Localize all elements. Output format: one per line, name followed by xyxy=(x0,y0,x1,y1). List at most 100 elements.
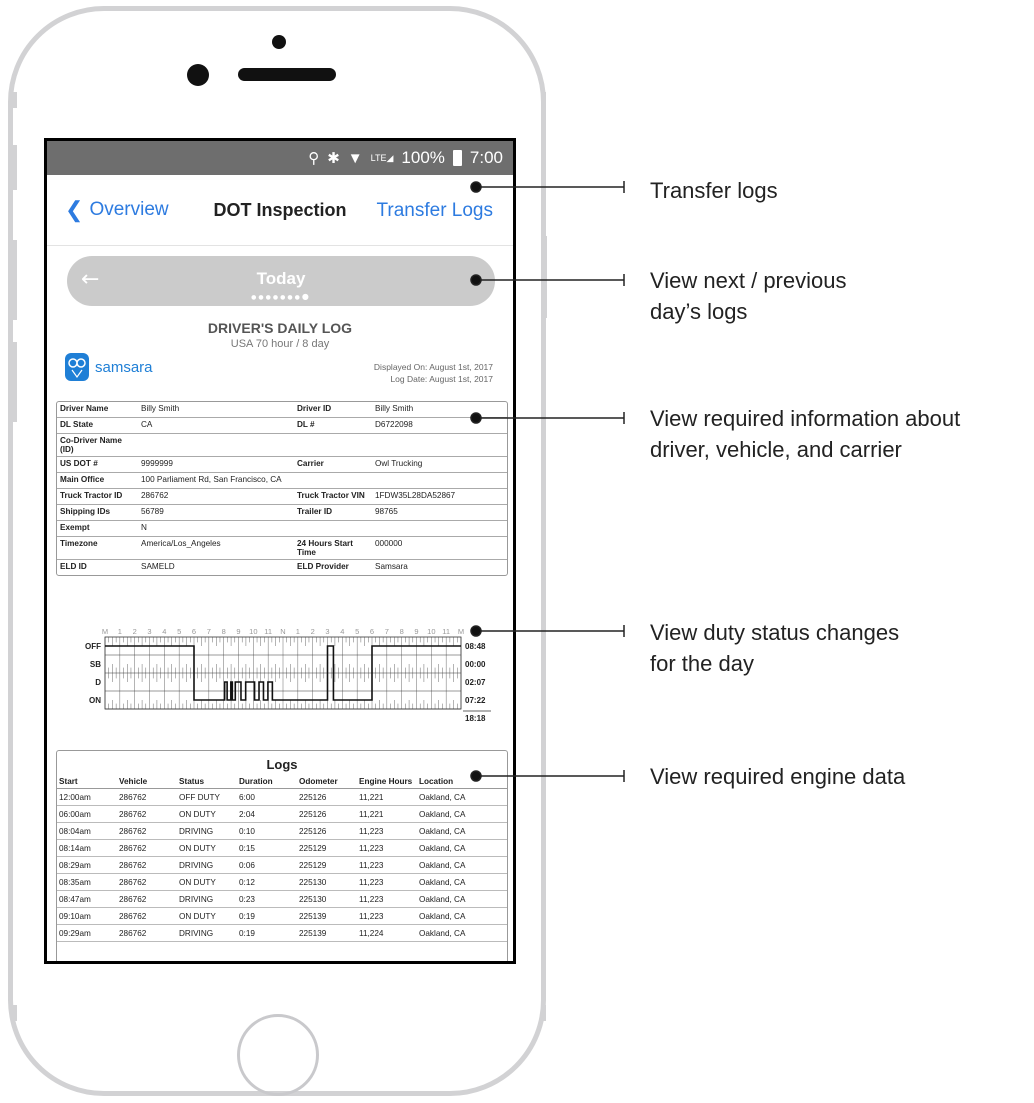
status-label: D xyxy=(95,678,101,687)
table-key: Trailer ID xyxy=(294,504,372,521)
table-value: 9999999 xyxy=(138,456,294,473)
report-title: DRIVER'S DAILY LOG xyxy=(207,320,353,336)
table-cell: 0:19 xyxy=(237,924,297,942)
callout-engine: View required engine data xyxy=(650,761,905,792)
table-row: 08:04am 286762 DRIVING 0:10 225126 11,223 Oakl… xyxy=(57,822,507,840)
table-cell: 225139 xyxy=(297,924,357,942)
hour-label: 11 xyxy=(264,627,272,636)
bluetooth-icon: ✱ xyxy=(327,150,340,167)
table-cell: 11,221 xyxy=(357,805,417,823)
log-date: Log Date: August 1st, 2017 xyxy=(390,374,493,384)
hour-label: 9 xyxy=(414,627,418,636)
home-button[interactable] xyxy=(237,1014,319,1096)
callout-text: View required information about xyxy=(650,406,961,431)
table-row: 06:00am 286762 ON DUTY 2:04 225126 11,221 Oakl… xyxy=(57,805,507,823)
day-navigator[interactable]: ← Today ●●●●●●●● xyxy=(67,256,495,306)
table-value: 98765 xyxy=(372,504,507,521)
table-cell: 11,223 xyxy=(357,873,417,891)
table-row: Shipping IDs 56789 Trailer ID 98765 xyxy=(57,504,507,521)
table-cell: Oakland, CA xyxy=(417,805,507,823)
table-cell: 0:10 xyxy=(237,822,297,840)
table-value: Billy Smith xyxy=(138,402,294,418)
table-key: Exempt xyxy=(57,520,138,537)
callout-text: View duty status changes xyxy=(650,620,900,645)
table-row: 08:29am 286762 DRIVING 0:06 225129 11,223 Oakl… xyxy=(57,856,507,874)
table-cell: 286762 xyxy=(117,907,177,925)
table-value: Owl Trucking xyxy=(372,456,507,473)
hour-label: 11 xyxy=(442,627,450,636)
table-cell: DRIVING xyxy=(177,924,237,942)
table-value: CA xyxy=(138,417,294,434)
hour-label: 2 xyxy=(311,627,315,636)
table-row: Timezone America/Los_Angeles 24 Hours St… xyxy=(57,536,507,560)
hour-label: 2 xyxy=(133,627,137,636)
table-cell: 08:35am xyxy=(57,873,117,891)
table-row: 08:35am 286762 ON DUTY 0:12 225130 11,223 Oakl… xyxy=(57,873,507,891)
table-cell: 0:06 xyxy=(237,856,297,874)
table-row: Exempt N xyxy=(57,520,507,537)
hour-label: 4 xyxy=(340,627,344,636)
app-screen: ⚲ ✱ ▼ LTE◢ 100% 7:00 ❮ Overview DOT Insp… xyxy=(44,138,516,964)
column-header: Vehicle xyxy=(117,775,177,789)
table-cell: 0:12 xyxy=(237,873,297,891)
table-cell: 286762 xyxy=(117,822,177,840)
table-cell: 11,223 xyxy=(357,890,417,908)
table-cell: Oakland, CA xyxy=(417,856,507,874)
side-notch-bottom xyxy=(541,1005,546,1021)
hour-label: 6 xyxy=(192,627,196,636)
table-key: US DOT # xyxy=(57,456,138,473)
table-value: N xyxy=(138,520,294,537)
table-cell: 6:00 xyxy=(237,788,297,806)
table-key: ELD Provider xyxy=(297,562,349,571)
table-key xyxy=(294,433,372,457)
table-value: SAMELD xyxy=(141,562,175,571)
hour-label: M xyxy=(458,627,464,636)
hour-label: 5 xyxy=(177,627,181,636)
callout-text: day’s logs xyxy=(650,299,748,324)
table-key: Driver ID xyxy=(294,402,372,418)
clock: 7:00 xyxy=(469,148,503,167)
callout-text: View required engine data xyxy=(650,764,906,789)
table-cell: 225126 xyxy=(297,788,357,806)
callout-info: View required information about driver, … xyxy=(650,403,960,465)
transfer-logs-button[interactable]: Transfer Logs xyxy=(376,200,493,222)
table-cell: 0:15 xyxy=(237,839,297,857)
day-label: Today xyxy=(256,269,306,288)
column-header: Start xyxy=(57,775,117,789)
earpiece-speaker xyxy=(238,68,336,81)
table-cell: DRIVING xyxy=(177,822,237,840)
hour-label: 6 xyxy=(370,627,374,636)
nav-bar: ❮ Overview DOT Inspection Transfer Logs xyxy=(47,175,513,246)
table-key: Main Office xyxy=(57,472,138,489)
hour-label: N xyxy=(280,627,285,636)
hour-label: 5 xyxy=(355,627,359,636)
callout-text: for the day xyxy=(650,651,754,676)
table-key: Driver Name xyxy=(57,402,138,418)
table-cell: ON DUTY xyxy=(177,805,237,823)
table-cell: Oakland, CA xyxy=(417,873,507,891)
table-cell: 11,223 xyxy=(357,856,417,874)
duty-status-grid: M 1 2 3 4 5 6 7 8 9 10 11 N 1 2 3 4 5 6 7 8 9 10 11 MOFF 08:48SB 0… xyxy=(85,627,491,723)
volume-down-button-2 xyxy=(12,342,17,422)
table-cell: Oakland, CA xyxy=(417,907,507,925)
table-cell: 08:04am xyxy=(57,822,117,840)
table-cell: 08:29am xyxy=(57,856,117,874)
table-row: 09:10am 286762 ON DUTY 0:19 225139 11,223 Oakl… xyxy=(57,907,507,925)
table-row: 08:14am 286762 ON DUTY 0:15 225129 11,223 Oakl… xyxy=(57,839,507,857)
table-cell: 06:00am xyxy=(57,805,117,823)
table-value: 000000 xyxy=(372,536,507,560)
table-key: DL # xyxy=(294,417,372,434)
volume-up-button xyxy=(12,145,17,190)
side-notch-top xyxy=(541,92,546,108)
table-cell: 12:00am xyxy=(57,788,117,806)
table-row: Co-Driver Name (ID) xyxy=(57,433,507,457)
front-camera xyxy=(187,64,209,86)
table-value: 56789 xyxy=(138,504,294,521)
table-value xyxy=(372,433,507,457)
engine-logs-table: Logs Start Vehicle Status Duration Odome… xyxy=(56,750,508,961)
wifi-icon: ▼ xyxy=(347,149,363,167)
callout-transfer: Transfer logs xyxy=(650,175,778,206)
callout-text: driver, vehicle, and carrier xyxy=(650,437,902,462)
table-cell: 225130 xyxy=(297,873,357,891)
table-key: Truck Tractor ID xyxy=(57,488,138,505)
